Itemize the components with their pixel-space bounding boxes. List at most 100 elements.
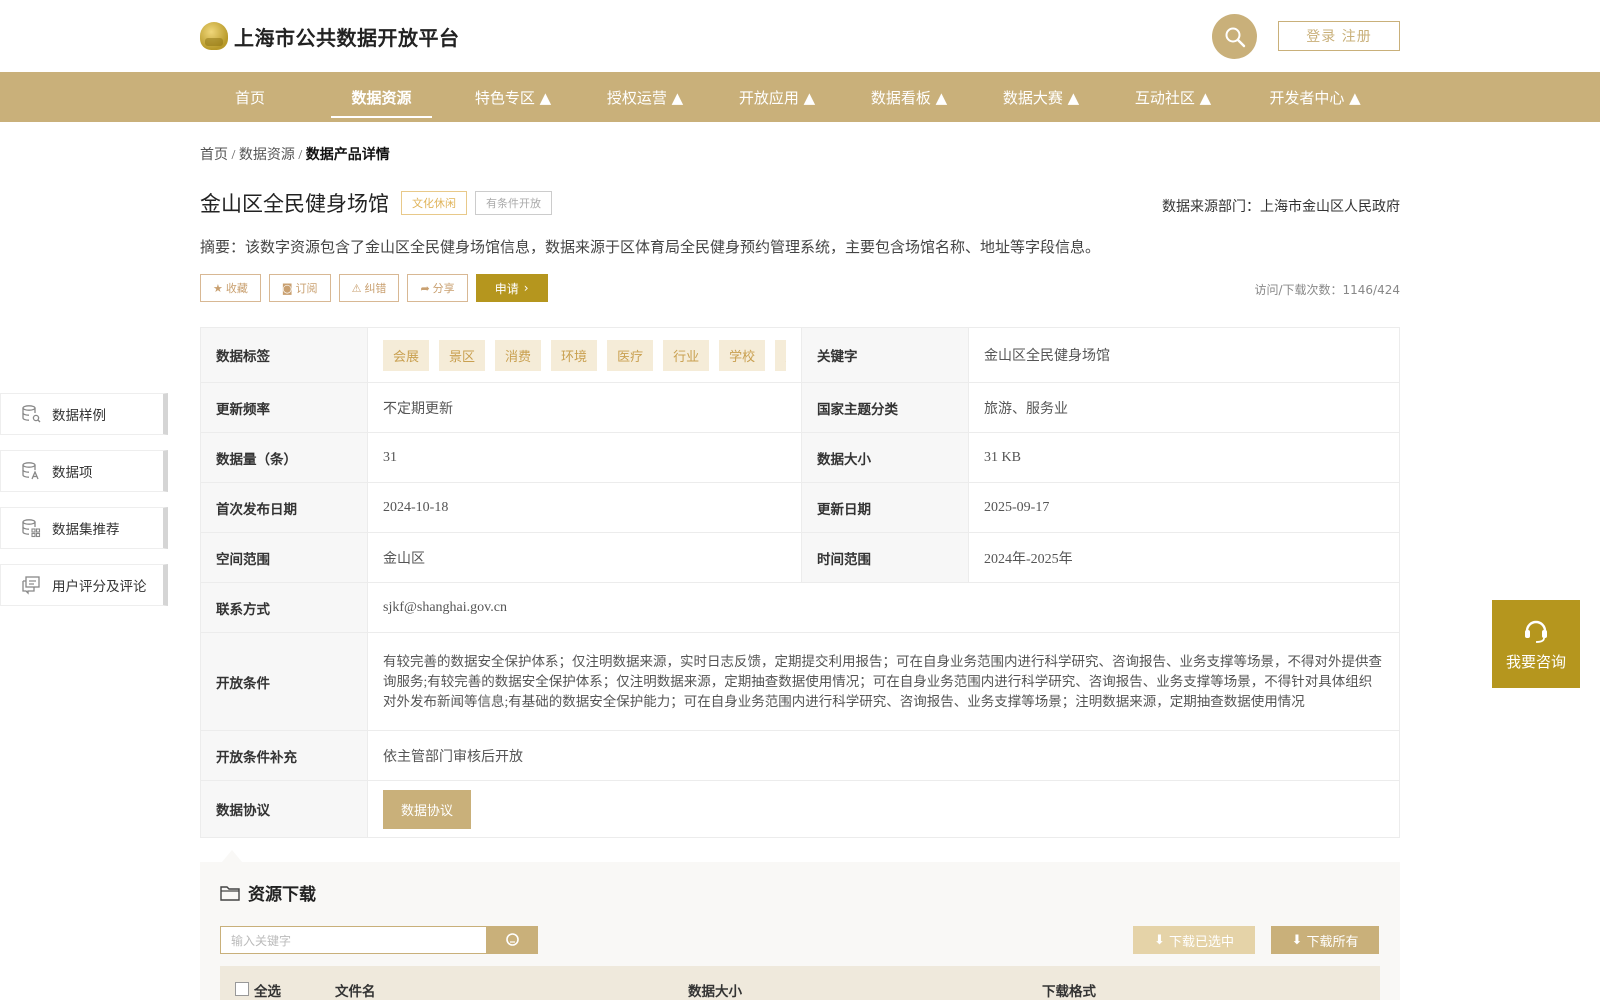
breadcrumb-resources[interactable]: 数据资源	[239, 148, 295, 163]
tag-chip[interactable]: 医疗	[607, 339, 654, 371]
column-file-name: 文件名	[335, 984, 376, 1000]
side-nav-label: 数据样例	[52, 408, 106, 424]
data-protocol-button[interactable]: 数据协议	[383, 789, 472, 829]
main-nav: 首页 数据资源 特色专区 ▲ 授权运营 ▲ 开放应用 ▲ 数据看板 ▲ 数据大赛…	[0, 72, 1600, 122]
header: 上海市公共数据开放平台 登录 注册	[0, 0, 1600, 72]
breadcrumb-separator: /	[294, 148, 306, 163]
nav-item-authorized-ops[interactable]: 授权运营 ▲	[595, 72, 695, 122]
publish-date-value: 2024-10-18	[367, 482, 802, 533]
open-conditions-label: 开放条件	[200, 632, 368, 731]
nav-item-developer-center[interactable]: 开发者中心 ▲	[1255, 72, 1375, 122]
keyword-label: 关键字	[801, 327, 969, 383]
tags-cell: 会展景区消费环境医疗行业学校交通	[367, 327, 802, 383]
breadcrumb-home[interactable]: 首页	[200, 148, 228, 163]
table-row: 开放条件补充 依主管部门审核后开放	[200, 730, 1400, 781]
time-range-label: 时间范围	[801, 532, 969, 583]
side-nav-dataset-recommend[interactable]: 数据集推荐	[0, 507, 168, 549]
update-frequency-value: 不定期更新	[367, 382, 802, 433]
nav-item-open-apps[interactable]: 开放应用 ▲	[727, 72, 827, 122]
nav-item-data-dashboard[interactable]: 数据看板 ▲	[859, 72, 959, 122]
download-all-button[interactable]: ⬇ 下载所有	[1271, 926, 1379, 954]
correct-button[interactable]: ⚠ 纠错	[338, 274, 400, 302]
site-logo[interactable]: 上海市公共数据开放平台	[200, 20, 460, 52]
table-row: 数据标签 会展景区消费环境医疗行业学校交通 关键字 金山区全民健身场馆	[200, 327, 1400, 383]
side-nav-data-items[interactable]: 数据项	[0, 450, 168, 492]
data-protocol-label: 数据协议	[200, 780, 368, 838]
bookmark-icon: ◙	[281, 281, 293, 295]
download-section-title: 资源下载	[220, 880, 316, 905]
apply-button[interactable]: 申请 ›	[475, 274, 548, 302]
side-nav-data-sample[interactable]: 数据样例	[0, 393, 168, 435]
tag-chip[interactable]: 行业	[663, 339, 710, 371]
select-all-checkbox[interactable]	[235, 982, 249, 996]
download-icon: ⬇	[1154, 932, 1165, 948]
database-grid-icon	[20, 517, 42, 539]
download-selected-button[interactable]: ⬇ 下载已选中	[1133, 926, 1255, 954]
subscribe-label: 订阅	[295, 282, 318, 295]
keyword-value: 金山区全民健身场馆	[968, 327, 1400, 383]
side-nav-label: 数据集推荐	[52, 522, 120, 538]
consult-label: 我要咨询	[1505, 652, 1566, 671]
database-search-icon	[20, 403, 42, 425]
publish-date-label: 首次发布日期	[200, 482, 368, 533]
open-type-tag: 有条件开放	[475, 191, 552, 215]
headset-icon	[1525, 620, 1547, 643]
chevron-right-icon: ›	[523, 281, 529, 295]
tag-chip[interactable]: 环境	[551, 339, 598, 371]
table-row: 数据协议 数据协议	[200, 780, 1400, 838]
visit-download-count: 访问/下载次数：1146/424	[1254, 283, 1400, 297]
open-conditions-extra-value: 依主管部门审核后开放	[367, 730, 1400, 781]
spatial-range-value: 金山区	[367, 532, 802, 583]
download-title-text: 资源下载	[248, 885, 316, 905]
dataset-info-table: 数据标签 会展景区消费环境医疗行业学校交通 关键字 金山区全民健身场馆 更新频率…	[200, 327, 1400, 838]
tag-chip[interactable]: 消费	[495, 339, 542, 371]
search-button[interactable]	[1212, 14, 1257, 59]
tag-chip[interactable]: 学校	[719, 339, 766, 371]
subscribe-button[interactable]: ◙ 订阅	[268, 274, 331, 302]
star-icon: ★	[213, 281, 223, 295]
download-selected-label: 下载已选中	[1168, 934, 1234, 950]
breadcrumb-current: 数据产品详情	[305, 148, 390, 163]
download-all-label: 下载所有	[1306, 934, 1359, 950]
breadcrumb-separator: /	[228, 148, 239, 163]
data-size-value: 31 KB	[968, 432, 1400, 483]
tag-chip[interactable]: 会展	[383, 339, 430, 371]
time-range-value: 2024年-2025年	[968, 532, 1400, 583]
tag-chip[interactable]: 景区	[439, 339, 486, 371]
theme-value: 旅游、服务业	[968, 382, 1400, 433]
correct-label: 纠错	[364, 282, 387, 295]
comment-icon	[20, 574, 42, 596]
side-nav-user-reviews[interactable]: 用户评分及评论	[0, 564, 168, 606]
page-title: 金山区全民健身场馆	[200, 192, 389, 216]
login-register-button[interactable]: 登录 注册	[1278, 21, 1400, 51]
consult-button[interactable]: 我要咨询	[1492, 600, 1580, 688]
favorite-button[interactable]: ★ 收藏	[200, 274, 261, 302]
tag-list: 会展景区消费环境医疗行业学校交通	[383, 339, 786, 371]
nav-item-special-zone[interactable]: 特色专区 ▲	[463, 72, 563, 122]
nav-item-data-resources[interactable]: 数据资源	[331, 72, 432, 122]
download-search-input[interactable]: 输入关键字	[220, 926, 487, 954]
nav-item-community[interactable]: 互动社区 ▲	[1123, 72, 1223, 122]
column-data-size: 数据大小	[688, 984, 742, 1000]
contact-value: sjkf@shanghai.gov.cn	[367, 582, 1400, 633]
table-row: 联系方式 sjkf@shanghai.gov.cn	[200, 582, 1400, 633]
warning-icon: ⚠	[351, 281, 362, 295]
download-icon: ⬇	[1291, 932, 1303, 948]
apply-label: 申请	[494, 281, 519, 296]
tag-chip[interactable]: 交通	[775, 339, 786, 371]
action-bar: ★ 收藏 ◙ 订阅 ⚠ 纠错 ➦ 分享 申请 ›	[200, 274, 548, 302]
update-frequency-label: 更新频率	[200, 382, 368, 433]
database-text-icon	[20, 460, 42, 482]
side-nav-label: 用户评分及评论	[52, 579, 147, 595]
download-search-button[interactable]	[487, 926, 538, 954]
table-row: 更新频率 不定期更新 国家主题分类 旅游、服务业	[200, 382, 1400, 433]
nav-item-data-contest[interactable]: 数据大赛 ▲	[991, 72, 1091, 122]
folder-icon	[220, 885, 240, 901]
table-row: 空间范围 金山区 时间范围 2024年-2025年	[200, 532, 1400, 583]
spatial-range-label: 空间范围	[200, 532, 368, 583]
table-row: 开放条件 有较完善的数据安全保护体系；仅注明数据来源，实时日志反馈，定期提交利用…	[200, 632, 1400, 731]
share-button[interactable]: ➦ 分享	[407, 274, 468, 302]
open-conditions-value: 有较完善的数据安全保护体系；仅注明数据来源，实时日志反馈，定期提交利用报告；可在…	[367, 632, 1400, 731]
search-icon	[505, 933, 519, 946]
nav-item-home[interactable]: 首页	[216, 72, 284, 122]
